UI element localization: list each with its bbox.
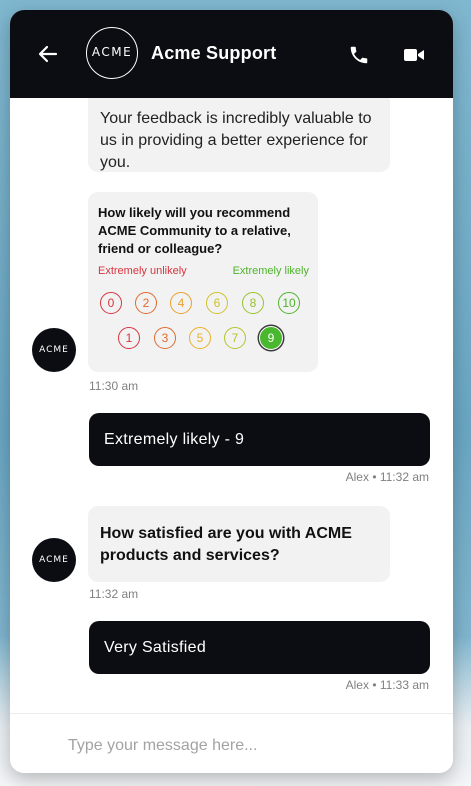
rating-option-9[interactable]: 9 (259, 326, 283, 350)
agent-message-satisfaction: How satisfied are you with ACME products… (88, 506, 390, 582)
message-list[interactable]: Your feedback is incredibly valuable to … (10, 98, 453, 713)
user-message-satisfaction: Very Satisfied (89, 621, 430, 674)
rating-option-6[interactable]: 6 (206, 292, 228, 314)
video-call-button[interactable] (403, 46, 425, 64)
chat-header: ACME Acme Support (10, 10, 453, 98)
agent-message-feedback: Your feedback is incredibly valuable to … (88, 98, 390, 172)
survey-card: How likely will you recommend ACME Commu… (88, 192, 318, 372)
rating-option-1[interactable]: 1 (118, 327, 140, 349)
user-timestamp: Alex • 11:32 am (345, 470, 429, 484)
message-input[interactable] (68, 734, 408, 758)
agent-avatar: ACME (32, 328, 76, 372)
back-button[interactable] (36, 42, 60, 66)
rating-option-0[interactable]: 0 (100, 292, 122, 314)
survey-question: How likely will you recommend ACME Commu… (98, 205, 291, 256)
arrow-left-icon (38, 45, 58, 63)
rating-option-5[interactable]: 5 (189, 327, 211, 349)
user-timestamp: Alex • 11:33 am (345, 678, 429, 692)
rating-option-10[interactable]: 10 (278, 292, 300, 314)
chat-window: ACME Acme Support Your feedback is incre… (10, 10, 453, 773)
logo-text: ACME (91, 45, 133, 59)
user-message-rating: Extremely likely - 9 (89, 413, 430, 466)
scale-high-label: Extremely likely (232, 265, 309, 277)
chat-title: Acme Support (151, 43, 277, 63)
scale-low-label: Extremely unlikely (98, 265, 187, 277)
rating-option-8[interactable]: 8 (242, 292, 264, 314)
call-button[interactable] (348, 44, 370, 66)
phone-icon (350, 46, 368, 64)
message-composer (10, 713, 453, 773)
agent-timestamp: 11:32 am (89, 587, 139, 601)
rating-option-2[interactable]: 2 (135, 292, 157, 314)
rating-option-7[interactable]: 7 (224, 327, 246, 349)
agent-avatar: ACME (32, 538, 76, 582)
video-camera-icon (404, 49, 424, 61)
agent-timestamp: 11:30 am (89, 379, 139, 393)
rating-option-4[interactable]: 4 (170, 292, 192, 314)
acme-logo: ACME (86, 27, 138, 79)
rating-option-3[interactable]: 3 (154, 327, 176, 349)
